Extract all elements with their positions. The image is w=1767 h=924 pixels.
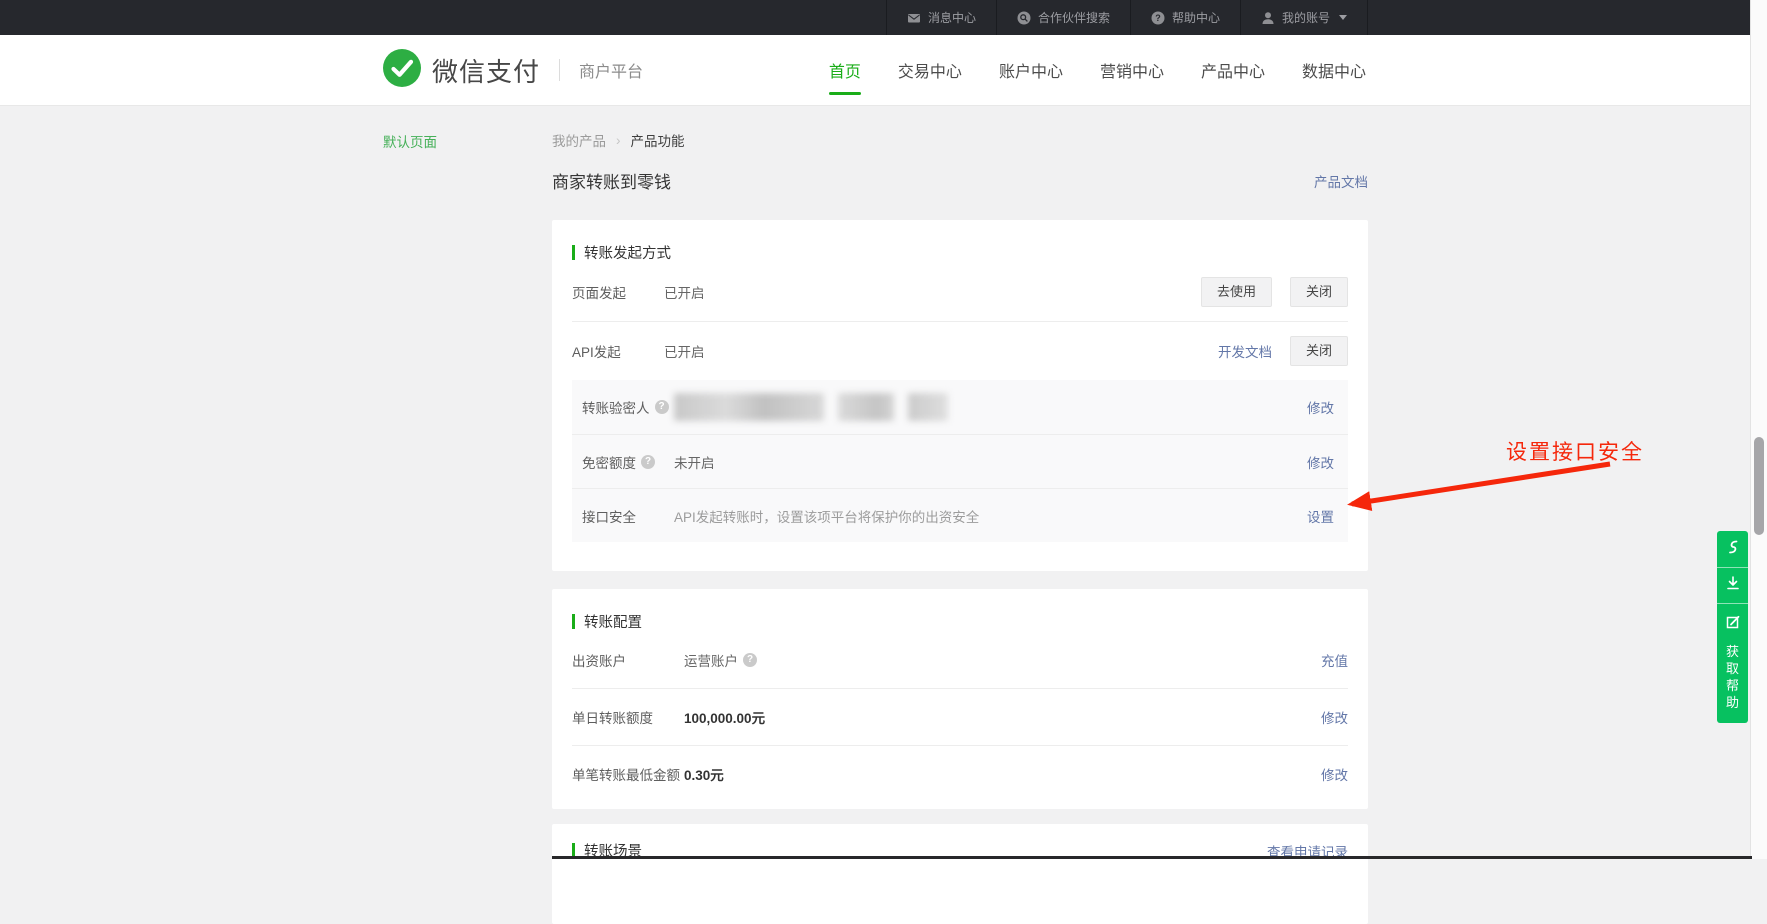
breadcrumb-parent[interactable]: 我的产品 xyxy=(552,130,606,150)
nav-item-account[interactable]: 账户中心 xyxy=(997,52,1065,88)
brand-name: 微信支付 xyxy=(432,52,540,89)
modify-min-amount-link[interactable]: 修改 xyxy=(1321,764,1348,784)
page-initiate-row: 页面发起 已开启 去使用 关闭 xyxy=(572,263,1348,321)
verifier-row: 转账验密人 修改 xyxy=(572,380,1348,434)
masked-value xyxy=(674,393,948,421)
topbar-item-label: 我的账号 xyxy=(1282,9,1330,26)
get-help-label: 获取帮助 xyxy=(1726,643,1739,711)
section-head: 转账配置 xyxy=(572,589,1348,632)
api-security-row: 接口安全 API发起转账时，设置该项平台将保护你的出资安全 设置 xyxy=(572,488,1348,542)
no-password-quota-row: 免密额度 未开启 修改 xyxy=(572,434,1348,488)
section-title: 转账配置 xyxy=(584,611,642,632)
min-amount-row: 单笔转账最低金额 0.30元 修改 xyxy=(572,746,1348,802)
section-marker xyxy=(572,614,575,629)
mail-icon xyxy=(907,11,921,25)
chevron-down-icon xyxy=(1339,15,1347,20)
page-title: 商家转账到零钱 xyxy=(552,168,671,193)
modify-verifier-link[interactable]: 修改 xyxy=(1307,397,1334,417)
sidebar-item-default-page[interactable]: 默认页面 xyxy=(383,131,437,151)
row-label: 页面发起 xyxy=(572,282,664,302)
transfer-methods-card: 转账发起方式 页面发起 已开启 去使用 关闭 API发起 已开启 开发文档 关闭… xyxy=(552,220,1368,571)
row-label: 免密额度 xyxy=(582,452,674,472)
section-title: 转账发起方式 xyxy=(584,242,671,263)
breadcrumb: 我的产品 › 产品功能 xyxy=(552,130,685,150)
logo-divider xyxy=(559,59,560,81)
modify-daily-limit-link[interactable]: 修改 xyxy=(1321,707,1348,727)
row-description: API发起转账时，设置该项平台将保护你的出资安全 xyxy=(674,506,979,526)
row-status: 已开启 xyxy=(664,341,705,361)
user-icon xyxy=(1261,11,1275,25)
transfer-scene-card: 转账场景 查看申请记录 xyxy=(552,824,1368,924)
svg-text:?: ? xyxy=(1155,13,1161,23)
download-button[interactable] xyxy=(1717,567,1748,603)
nav-item-home[interactable]: 首页 xyxy=(827,52,863,88)
nav-item-transactions[interactable]: 交易中心 xyxy=(896,52,964,88)
get-help-button[interactable]: 获取帮助 xyxy=(1717,603,1748,723)
topbar-item-partner-search[interactable]: 合作伙伴搜索 xyxy=(996,0,1130,35)
daily-limit-row: 单日转账额度 100,000.00元 修改 xyxy=(572,689,1348,745)
row-label: 出资账户 xyxy=(572,650,684,670)
topbar-item-my-account[interactable]: 我的账号 xyxy=(1240,0,1368,35)
setup-api-security-link[interactable]: 设置 xyxy=(1307,506,1334,526)
close-page-initiate-button[interactable]: 关闭 xyxy=(1290,277,1348,307)
row-label: 单笔转账最低金额 xyxy=(572,764,684,784)
transfer-config-card: 转账配置 出资账户 运营账户 充值 单日转账额度 100,000.00元 修改 … xyxy=(552,589,1368,809)
row-label: 单日转账额度 xyxy=(572,707,684,727)
topbar-item-label: 帮助中心 xyxy=(1172,9,1220,26)
row-value: 0.30元 xyxy=(684,764,724,784)
page-title-row: 商家转账到零钱 产品文档 xyxy=(552,168,1368,193)
row-status: 已开启 xyxy=(664,282,705,302)
wechat-pay-logo[interactable]: 微信支付 商户平台 xyxy=(383,35,643,105)
nav-item-data[interactable]: 数据中心 xyxy=(1300,52,1368,88)
row-label: 转账验密人 xyxy=(582,397,674,417)
api-initiate-row: API发起 已开启 开发文档 关闭 xyxy=(572,322,1348,380)
funding-account-row: 出资账户 运营账户 充值 xyxy=(572,632,1348,688)
search-icon xyxy=(1017,11,1031,25)
float-help-bar: 获取帮助 xyxy=(1717,531,1748,723)
close-api-initiate-button[interactable]: 关闭 xyxy=(1290,336,1348,366)
scrollbar-thumb[interactable] xyxy=(1754,437,1764,535)
main-nav: 首页 交易中心 账户中心 营销中心 产品中心 数据中心 xyxy=(827,35,1368,105)
header: 微信支付 商户平台 首页 交易中心 账户中心 营销中心 产品中心 数据中心 xyxy=(0,35,1767,106)
annotation-text: 设置接口安全 xyxy=(1506,436,1644,466)
topbar-item-label: 合作伙伴搜索 xyxy=(1038,9,1110,26)
topbar-item-label: 消息中心 xyxy=(928,9,976,26)
download-icon xyxy=(1725,575,1741,596)
modify-quota-link[interactable]: 修改 xyxy=(1307,452,1334,472)
api-settings-panel: 转账验密人 修改 免密额度 未开启 修改 接口安全 API发起转 xyxy=(572,380,1348,542)
breadcrumb-current: 产品功能 xyxy=(631,130,685,150)
recharge-link[interactable]: 充值 xyxy=(1321,650,1348,670)
row-value: 100,000.00元 xyxy=(684,707,765,727)
dev-doc-link[interactable]: 开发文档 xyxy=(1218,341,1272,361)
topbar: 消息中心 合作伙伴搜索 ? 帮助中心 我的账号 xyxy=(0,0,1767,35)
row-value: 运营账户 xyxy=(684,650,757,670)
topbar-item-messages[interactable]: 消息中心 xyxy=(886,0,996,35)
help-icon[interactable] xyxy=(655,400,669,414)
nav-item-marketing[interactable]: 营销中心 xyxy=(1098,52,1166,88)
row-label: API发起 xyxy=(572,341,664,361)
platform-name: 商户平台 xyxy=(579,58,643,82)
help-icon: ? xyxy=(1151,11,1165,25)
help-icon[interactable] xyxy=(641,455,655,469)
go-use-button[interactable]: 去使用 xyxy=(1201,277,1272,307)
wechat-pay-logo-icon xyxy=(383,49,421,92)
scrollbar-track[interactable] xyxy=(1750,0,1767,859)
section-head: 转账发起方式 xyxy=(572,220,1348,263)
section-marker xyxy=(572,245,575,260)
row-label: 接口安全 xyxy=(582,506,674,526)
nav-item-products[interactable]: 产品中心 xyxy=(1199,52,1267,88)
row-status: 未开启 xyxy=(674,452,715,472)
service-icon xyxy=(1725,539,1741,560)
feedback-icon xyxy=(1725,617,1741,634)
product-doc-link[interactable]: 产品文档 xyxy=(1314,171,1368,191)
topbar-item-help-center[interactable]: ? 帮助中心 xyxy=(1130,0,1240,35)
breadcrumb-separator: › xyxy=(616,133,621,148)
service-button[interactable] xyxy=(1717,531,1748,567)
help-icon[interactable] xyxy=(743,653,757,667)
